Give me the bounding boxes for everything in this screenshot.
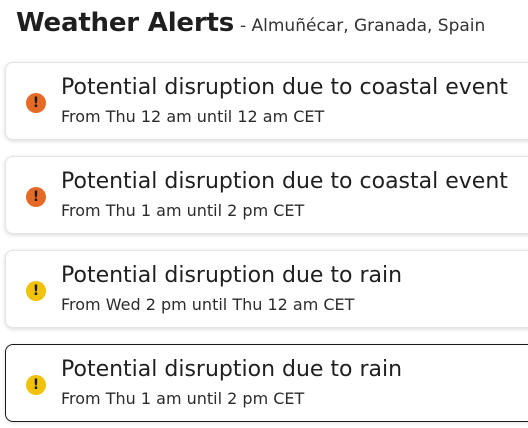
alert-time: From Thu 1 am until 2 pm CET: [61, 389, 305, 408]
exclamation-icon: !: [26, 187, 46, 207]
exclamation-icon: !: [26, 375, 46, 395]
alert-card[interactable]: ! Potential disruption due to coastal ev…: [5, 156, 528, 234]
location-label: - Almuñécar, Granada, Spain: [239, 16, 486, 36]
exclamation-icon: !: [26, 281, 46, 301]
alert-title: Potential disruption due to coastal even…: [61, 75, 508, 100]
alert-title: Potential disruption due to rain: [61, 357, 403, 382]
page-header: Weather Alerts - Almuñécar, Granada, Spa…: [16, 8, 485, 38]
alert-card[interactable]: ! Potential disruption due to coastal ev…: [5, 62, 528, 140]
weather-alerts-page: Weather Alerts - Almuñécar, Granada, Spa…: [0, 0, 528, 428]
page-title: Weather Alerts: [16, 8, 234, 38]
alert-title: Potential disruption due to coastal even…: [61, 169, 508, 194]
alert-time: From Thu 1 am until 2 pm CET: [61, 201, 305, 220]
alert-time: From Thu 12 am until 12 am CET: [61, 107, 325, 126]
alert-title: Potential disruption due to rain: [61, 263, 403, 288]
alert-time: From Wed 2 pm until Thu 12 am CET: [61, 295, 355, 314]
exclamation-icon: !: [26, 93, 46, 113]
alert-card-selected[interactable]: ! Potential disruption due to rain From …: [5, 344, 528, 422]
alert-card[interactable]: ! Potential disruption due to rain From …: [5, 250, 528, 328]
